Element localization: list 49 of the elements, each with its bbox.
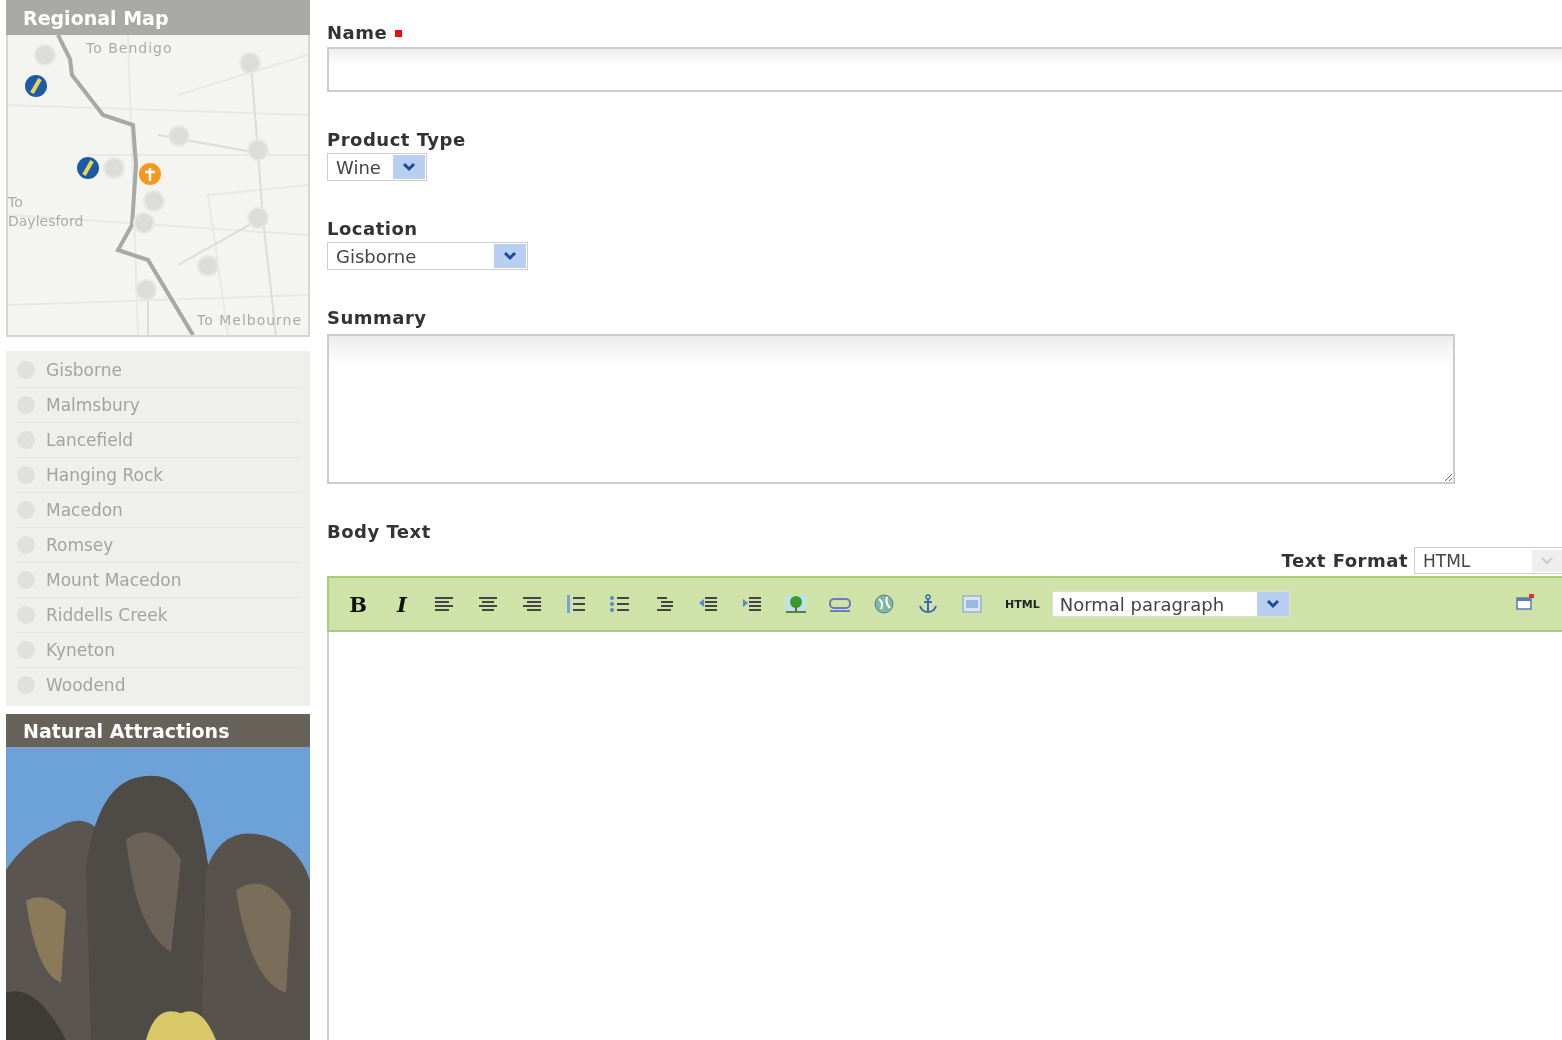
location-link[interactable]: Kyneton	[46, 640, 116, 660]
location-link[interactable]: Riddells Creek	[46, 605, 168, 625]
dropdown[interactable]: Gisborne	[327, 242, 528, 270]
input-field[interactable]	[327, 47, 1562, 92]
text-area[interactable]	[327, 334, 1455, 484]
bullet-list-icon[interactable]	[609, 593, 631, 615]
map-label: To Bendigo	[86, 40, 173, 56]
dropdown[interactable]: HTML	[1414, 547, 1562, 574]
panel-title: Regional Map	[6, 0, 310, 35]
map-marker-icon[interactable]	[133, 212, 155, 234]
location-link[interactable]: Mount Macedon	[46, 570, 182, 590]
dropdown[interactable]: Normal paragraph	[1051, 591, 1290, 617]
panel-title: Natural Attractions	[6, 714, 310, 747]
italic-button[interactable]: I	[389, 591, 415, 617]
image-icon[interactable]	[785, 593, 807, 615]
field-label: Summary	[327, 306, 427, 330]
field-label: Text Format	[1281, 548, 1408, 573]
field-label: Name	[327, 21, 388, 45]
table-icon[interactable]	[961, 593, 983, 615]
html-button[interactable]: HTML	[1005, 597, 1040, 611]
map-marker-icon[interactable]	[103, 157, 125, 179]
cross-marker-icon[interactable]	[139, 163, 161, 185]
field-label: Location	[327, 217, 418, 241]
map-marker-icon[interactable]	[247, 139, 269, 161]
location-link[interactable]: Woodend	[46, 675, 126, 695]
map-marker-icon[interactable]	[34, 44, 56, 66]
caret-icon	[1541, 556, 1553, 565]
numbered-list-icon[interactable]	[565, 593, 587, 615]
dropdown[interactable]: Wine	[327, 153, 427, 181]
globe-icon[interactable]	[873, 593, 895, 615]
map-marker-icon[interactable]	[247, 207, 269, 229]
location-link[interactable]: Gisborne	[46, 360, 122, 380]
field-label: Body Text	[327, 520, 431, 544]
window-icon[interactable]	[1514, 591, 1536, 613]
location-link[interactable]: Hanging Rock	[46, 465, 164, 485]
anchor-icon[interactable]	[917, 593, 939, 615]
location-link[interactable]: Lancefield	[46, 430, 134, 450]
map-marker-icon[interactable]	[197, 255, 219, 277]
map-marker-icon[interactable]	[143, 190, 165, 212]
field-label: Product Type	[327, 128, 466, 152]
map-label: To Melbourne	[197, 312, 303, 328]
map-marker-icon[interactable]	[168, 125, 190, 147]
location-link[interactable]: Malmsbury	[46, 395, 140, 415]
location-link[interactable]: Romsey	[46, 535, 114, 555]
bold-button[interactable]: B	[345, 591, 371, 617]
map-label: To Daylesford	[8, 193, 85, 231]
map-marker-icon[interactable]	[135, 279, 157, 301]
map-marker-icon[interactable]	[239, 52, 261, 74]
location-link[interactable]: Macedon	[46, 500, 123, 520]
